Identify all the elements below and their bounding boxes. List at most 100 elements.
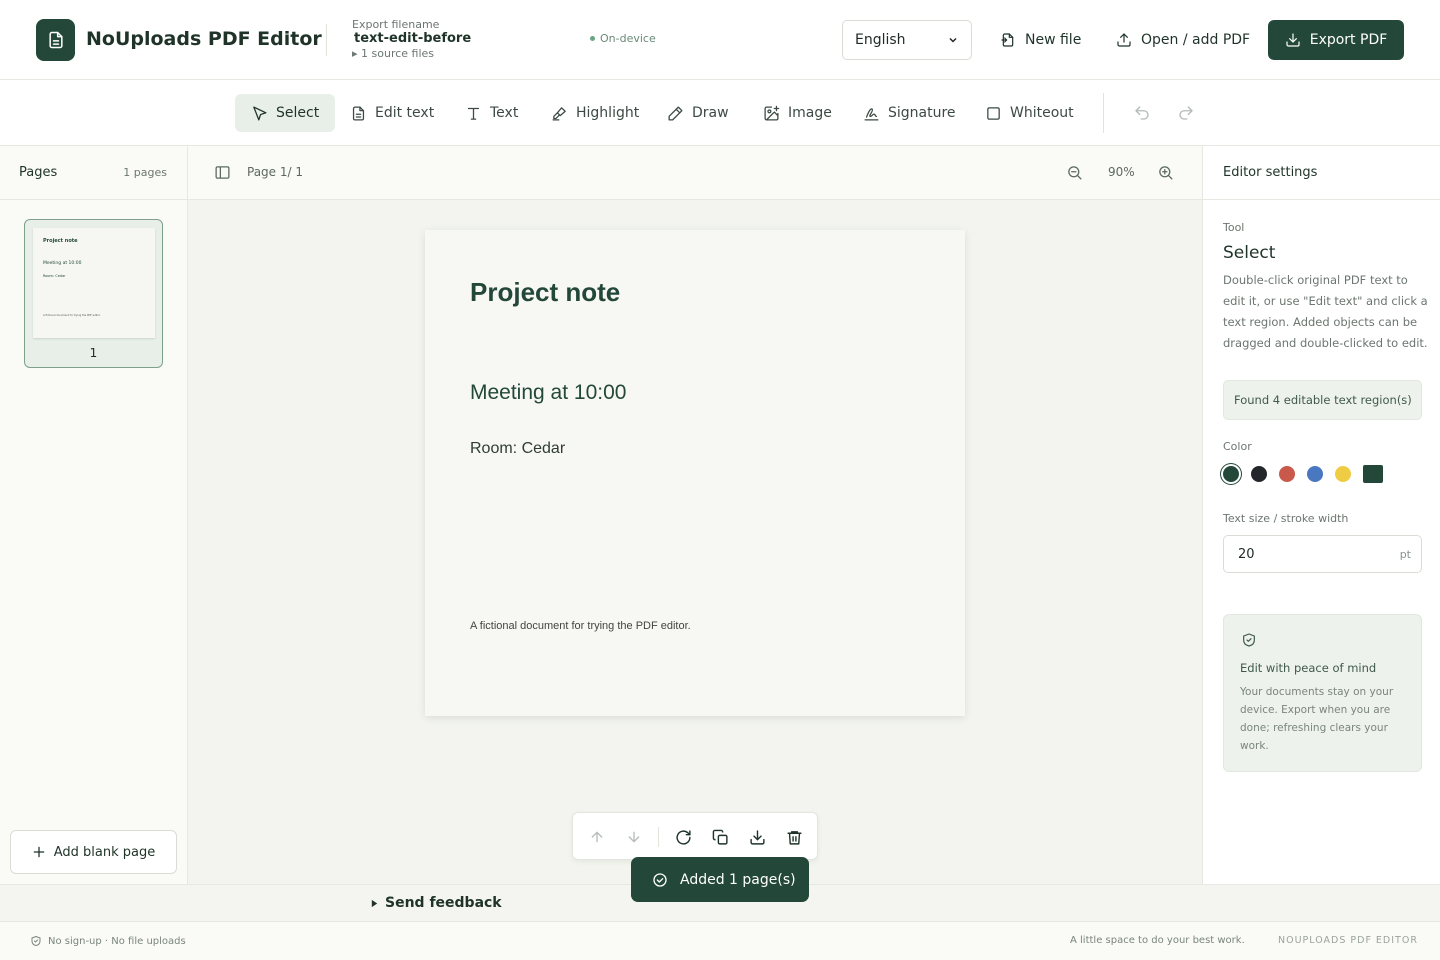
tool-signature[interactable]: Signature [847, 94, 972, 132]
language-value: English [855, 32, 906, 48]
document-room-text[interactable]: Room: Cedar [470, 440, 565, 458]
zoom-out-button[interactable] [1066, 164, 1083, 181]
color-swatch-blue[interactable] [1307, 466, 1323, 482]
duplicate-page-button[interactable] [710, 827, 730, 847]
pages-count: 1 pages [123, 166, 167, 179]
tool-highlight[interactable]: Highlight [535, 94, 655, 132]
tool-select[interactable]: Select [235, 94, 336, 132]
language-select[interactable]: English [842, 20, 972, 60]
tool-label: Whiteout [1010, 105, 1074, 121]
app-logo [36, 19, 75, 61]
privacy-note-text: No sign-up · No file uploads [48, 935, 186, 947]
tool-bar: Select Edit text Text Highlight Draw Ima… [0, 80, 1440, 146]
tool-text[interactable]: Text [449, 94, 534, 132]
source-files-toggle[interactable]: ▸ 1 source files [352, 47, 434, 60]
color-swatches [1223, 465, 1383, 483]
zoom-in-button[interactable] [1157, 164, 1174, 181]
status-text: On-device [600, 32, 656, 45]
sidebar-divider [0, 199, 188, 200]
rotate-page-button[interactable] [673, 827, 693, 847]
shield-check-icon [31, 936, 41, 946]
text-size-input[interactable]: 20 pt [1223, 535, 1422, 573]
status-dot [590, 36, 595, 41]
color-swatch-black[interactable] [1251, 466, 1267, 482]
upload-icon [1117, 33, 1131, 47]
custom-color-picker[interactable] [1363, 465, 1383, 483]
app-header: NoUploads PDF Editor Export filename tex… [0, 0, 1440, 80]
page-indicator: Page 1/ 1 [247, 165, 303, 179]
footer-brand: NOUPLOADS PDF EDITOR [1278, 935, 1418, 946]
tool-label: Highlight [576, 105, 640, 121]
undo-button[interactable] [1131, 102, 1153, 124]
editable-regions-text: Found 4 editable text region(s) [1234, 393, 1412, 407]
square-icon [987, 106, 1000, 120]
privacy-card-title: Edit with peace of mind [1240, 661, 1377, 675]
export-filename-input[interactable]: text-edit-before [354, 31, 471, 46]
send-feedback-toggle[interactable]: Send feedback [370, 895, 502, 911]
tool-whiteout[interactable]: Whiteout [969, 94, 1090, 132]
privacy-card-text: Your documents stay on your device. Expo… [1240, 686, 1394, 752]
check-circle-icon [653, 872, 667, 887]
redo-button[interactable] [1175, 102, 1197, 124]
thumbnail-meeting: Meeting at 10:00 [43, 261, 82, 266]
new-file-icon [1001, 33, 1014, 47]
color-swatch-red[interactable] [1279, 466, 1295, 482]
toolbar-divider [1103, 93, 1104, 133]
new-file-button[interactable]: New file [988, 20, 1093, 60]
app-title: NoUploads PDF Editor [86, 28, 322, 50]
move-page-up-button[interactable] [587, 827, 607, 847]
current-tool: Select [1223, 243, 1276, 263]
copy-icon [712, 829, 728, 845]
tool-label: Tool [1223, 221, 1245, 234]
trash-icon [786, 830, 802, 845]
cursor-icon [253, 105, 267, 121]
thumbnail-footer: A fictional document for trying the PDF … [43, 314, 101, 317]
arrow-up-icon [591, 831, 603, 843]
chevron-down-icon [949, 37, 957, 43]
document-icon [48, 31, 63, 49]
tool-label: Image [788, 105, 832, 121]
rotate-icon [675, 829, 691, 845]
open-pdf-label: Open / add PDF [1141, 32, 1251, 48]
document-meeting-text[interactable]: Meeting at 10:00 [470, 381, 626, 405]
export-pdf-button[interactable]: Export PDF [1268, 20, 1404, 60]
toast-notification: Added 1 page(s) [631, 857, 809, 902]
canvas-area: Page 1/ 1 90% Project note Meeting at 10… [188, 146, 1202, 902]
open-pdf-button[interactable]: Open / add PDF [1104, 20, 1262, 60]
tool-label: Draw [692, 105, 729, 121]
highlighter-icon [552, 106, 566, 121]
zoom-level: 90% [1108, 165, 1135, 179]
zoom-out-icon [1068, 166, 1082, 180]
color-label: Color [1223, 440, 1252, 453]
document-footer-text[interactable]: A fictional document for trying the PDF … [470, 620, 691, 632]
document-title[interactable]: Project note [470, 277, 620, 308]
pdf-page[interactable]: Project note Meeting at 10:00 Room: Ceda… [425, 230, 965, 716]
tool-label: Text [490, 105, 519, 121]
on-device-status: On-device [590, 32, 656, 45]
color-swatch-yellow[interactable] [1335, 466, 1351, 482]
download-page-button[interactable] [747, 827, 767, 847]
tool-draw[interactable]: Draw [651, 94, 745, 132]
thumbnail-title: Project note [43, 238, 78, 244]
color-swatch-green[interactable] [1223, 466, 1239, 482]
send-feedback-label: Send feedback [385, 895, 502, 911]
document-icon [352, 105, 365, 121]
text-icon [467, 107, 480, 120]
redo-icon [1179, 106, 1193, 120]
page-thumbnail[interactable]: Project note Meeting at 10:00 Room: Ceda… [24, 219, 163, 368]
canvas-bar: Page 1/ 1 90% [188, 146, 1202, 200]
toggle-sidebar-button[interactable] [214, 164, 231, 181]
delete-page-button[interactable] [784, 827, 804, 847]
move-page-down-button[interactable] [624, 827, 644, 847]
tool-label: Select [276, 105, 320, 121]
settings-title: Editor settings [1223, 165, 1318, 180]
tool-edit-text[interactable]: Edit text [334, 94, 450, 132]
shield-check-icon [1241, 632, 1257, 648]
download-icon [749, 829, 765, 845]
tool-image[interactable]: Image [747, 94, 848, 132]
export-filename-label: Export filename [352, 18, 440, 31]
add-blank-page-button[interactable]: Add blank page [10, 830, 177, 874]
download-icon [1286, 33, 1300, 47]
signature-icon [864, 107, 879, 121]
export-pdf-label: Export PDF [1309, 32, 1388, 48]
